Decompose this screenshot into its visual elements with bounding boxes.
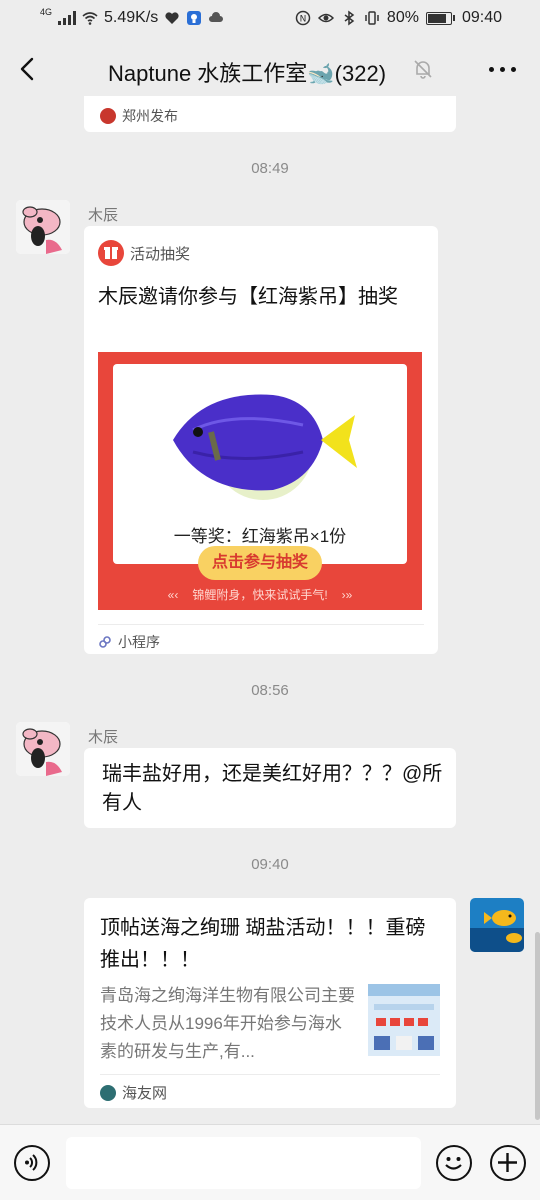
input-bar [0,1124,540,1200]
join-lottery-button[interactable]: 点击参与抽奖 [198,546,322,580]
card-divider [98,624,424,625]
fish-avatar-icon [470,898,524,952]
fish-image [173,394,357,500]
wifi-icon [82,12,98,25]
site-logo-icon [100,1084,116,1101]
news-source-icon [100,108,116,124]
avatar[interactable] [16,200,70,254]
back-arrow-icon[interactable] [16,55,40,83]
message-input[interactable] [66,1137,421,1189]
timestamp: 08:56 [251,682,289,699]
eye-icon [317,13,334,23]
vibrate-icon [365,11,379,25]
avatar[interactable] [16,722,70,776]
timestamp: 08:49 [251,160,289,177]
chat-header: Naptune 水族工作室🐋(322) [0,38,540,100]
bluetooth-icon [344,10,355,26]
network-speed: 5.49K/s [104,9,159,26]
scrollbar[interactable] [535,932,540,1120]
voice-input-icon[interactable] [14,1145,50,1181]
nfc-icon: N [295,10,311,26]
sender-name: 木辰 [88,729,119,746]
more-dots-icon[interactable] [489,67,516,72]
battery-icon [425,11,455,25]
svg-text:N: N [300,15,307,25]
slogan-text: 锦鲤附身，快来试试手气! [192,588,328,602]
lottery-title: 木辰邀请你参与【红海紫吊】抽奖 [98,286,398,308]
add-attachment-icon[interactable] [490,1145,526,1181]
text-message-bubble[interactable]: 瑞丰盐好用，还是美红好用？？？@所有人 [84,748,456,828]
previous-link-card[interactable]: 郑州发布 [84,96,456,132]
network-type: 4G [40,7,53,17]
lottery-slogan: «‹ 锦鲤附身，快来试试手气! ›» [167,588,353,602]
prize-panel: 一等奖：红海紫吊×1份 [113,364,407,564]
battery-percent: 80% [386,9,419,26]
lottery-app-icon [98,240,124,266]
timestamp: 09:40 [251,856,289,873]
prize-text: 一等奖：红海紫吊×1份 [173,527,347,546]
link-thumbnail-icon [368,984,440,1056]
message-text: 瑞丰盐好用，还是美红好用？？？@所有人 [102,763,443,814]
card-divider [100,1074,440,1075]
link-title: 顶帖送海之绚珊 瑚盐活动！！！重磅推出！！！ [100,917,426,971]
status-bar: 4G 5.49K/s N 80% 09:40 [0,0,540,38]
card-source: 郑州发布 [122,108,178,124]
sender-name: 木辰 [88,207,119,224]
lottery-banner[interactable]: 一等奖：红海紫吊×1份 点击参与抽奖 «‹ 锦鲤附身，快来试试手气! ›» [98,352,422,610]
cartoon-avatar-icon [16,722,70,776]
signal-icon [58,11,77,25]
emoji-icon[interactable] [436,1145,472,1181]
link-description: 青岛海之绚海洋生物有限公司主要技术人员从1996年开始参与海水素的研发与生产,有… [100,986,355,1061]
my-avatar[interactable] [470,898,524,952]
card-source: 海友网 [122,1085,168,1102]
mini-program-icon [99,636,111,648]
mini-program-name: 活动抽奖 [130,245,191,263]
heart-icon [165,12,179,24]
mute-bell-icon [414,60,432,79]
clock: 09:40 [461,9,502,26]
mini-program-label: 小程序 [118,634,160,650]
cartoon-avatar-icon [16,200,70,254]
cloud-icon [209,12,224,22]
link-card[interactable]: 顶帖送海之绚珊 瑚盐活动！！！重磅推出！！！ 青岛海之绚海洋生物有限公司主要技术… [84,898,456,1108]
bulb-icon [187,11,202,25]
chat-title[interactable]: Naptune 水族工作室🐋(322) [108,56,386,88]
mini-program-card[interactable]: 活动抽奖 木辰邀请你参与【红海紫吊】抽奖 一等奖：红海紫吊×1份 点击参与抽奖 … [84,226,438,654]
